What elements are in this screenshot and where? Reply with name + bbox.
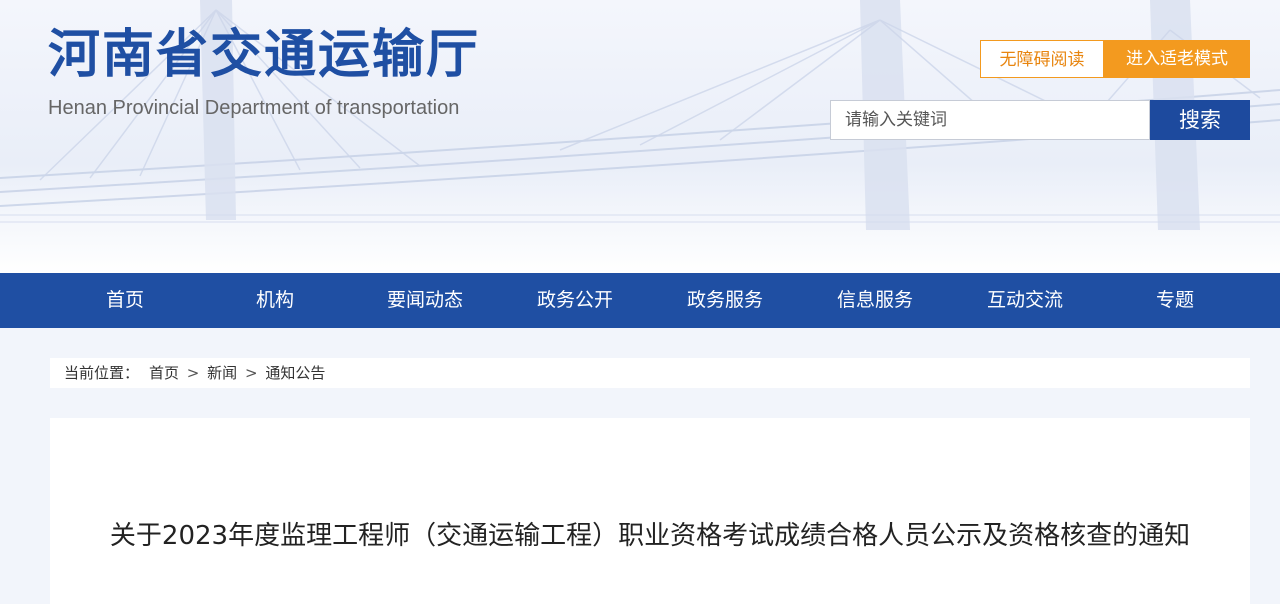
nav-item-organization[interactable]: 机构 [200,273,350,328]
accessibility-reading-button[interactable]: 无障碍阅读 [980,40,1104,78]
search-input[interactable] [830,100,1150,140]
nav-item-topics[interactable]: 专题 [1100,273,1250,328]
nav-item-information-services[interactable]: 信息服务 [800,273,950,328]
nav-item-government-affairs[interactable]: 政务公开 [500,273,650,328]
nav-item-interaction[interactable]: 互动交流 [950,273,1100,328]
breadcrumb-separator: > [244,364,258,382]
nav-item-news[interactable]: 要闻动态 [350,273,500,328]
breadcrumb-home-link[interactable]: 首页 [149,364,179,382]
breadcrumb-separator: > [186,364,200,382]
site-subtitle: Henan Provincial Department of transport… [48,97,460,119]
site-header: 河南省交通运输厅 Henan Provincial Department of … [0,0,1280,273]
breadcrumb-news-link[interactable]: 新闻 [207,364,237,382]
breadcrumb-notices-link[interactable]: 通知公告 [265,364,325,382]
main-nav: 首页 机构 要闻动态 政务公开 政务服务 信息服务 互动交流 专题 [0,273,1280,328]
breadcrumb: 当前位置： 首页 > 新闻 > 通知公告 [50,358,1250,388]
search-button[interactable]: 搜索 [1150,100,1250,140]
elder-mode-button[interactable]: 进入适老模式 [1104,40,1250,78]
nav-item-government-services[interactable]: 政务服务 [650,273,800,328]
article-card: 关于2023年度监理工程师（交通运输工程）职业资格考试成绩合格人员公示及资格核查… [50,418,1250,604]
nav-item-home[interactable]: 首页 [50,273,200,328]
site-title: 河南省交通运输厅 [48,25,481,85]
breadcrumb-prefix: 当前位置： [64,364,140,382]
article-title: 关于2023年度监理工程师（交通运输工程）职业资格考试成绩合格人员公示及资格核查… [109,521,1191,551]
